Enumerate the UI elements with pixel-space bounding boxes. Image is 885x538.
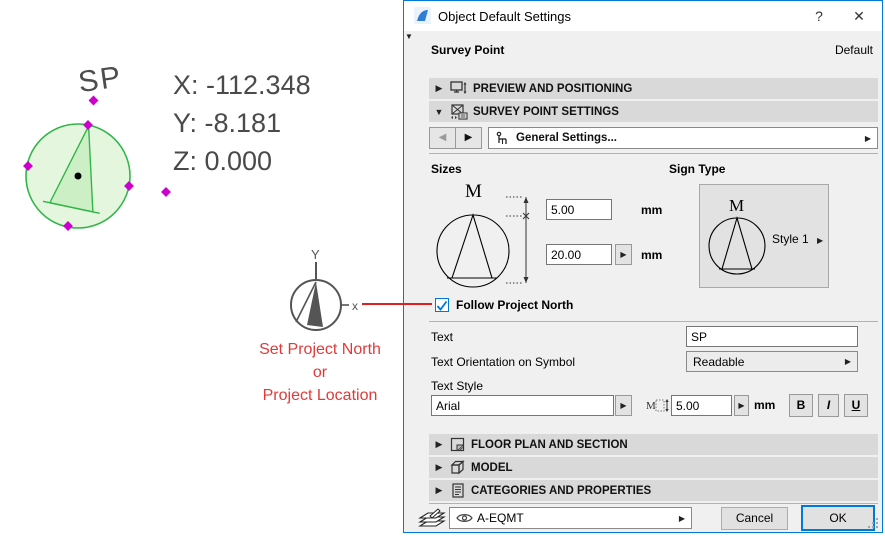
model-cube-icon [450, 460, 466, 475]
cancel-button[interactable]: Cancel [721, 507, 788, 530]
dimension-indicator [504, 189, 534, 289]
divider [429, 153, 878, 154]
divider [429, 503, 878, 504]
divider [429, 321, 878, 322]
default-label: Default [835, 43, 873, 57]
symbol-size-popup-button[interactable]: ▶ [615, 244, 632, 265]
section-label: CATEGORIES AND PROPERTIES [471, 485, 651, 497]
text-style-label: Text Style [431, 379, 483, 393]
popup-arrow-icon: ▶ [817, 236, 824, 245]
symbol-size-input[interactable] [546, 244, 612, 265]
bold-button[interactable]: B [789, 394, 813, 417]
font-size-popup-button[interactable]: ▶ [734, 395, 749, 416]
title-bar[interactable]: Object Default Settings ? ✕ [404, 1, 882, 31]
chevron-right-icon: ▶ [433, 439, 445, 450]
font-size-input[interactable] [671, 395, 732, 416]
underline-button[interactable]: U [844, 394, 868, 417]
floor-plan-icon [450, 437, 466, 452]
survey-center-dot [75, 173, 82, 180]
ok-button[interactable]: OK [801, 505, 875, 531]
survey-point-symbol: SP [10, 40, 195, 240]
project-north-symbol: Y x [275, 243, 375, 338]
text-value-input[interactable] [686, 326, 858, 347]
marker-letter: M [465, 181, 482, 202]
orientation-dropdown[interactable]: Readable ▶ [686, 351, 858, 372]
section-survey-point-settings[interactable]: ▼ SURVEY POINT SETTINGS [429, 101, 878, 122]
sign-type-preview: M Style 1 ▶ [700, 185, 828, 287]
survey-point-settings-icon [450, 104, 468, 120]
nav-forward-button[interactable]: ▶ [455, 127, 482, 149]
orientation-value: Readable [693, 355, 845, 369]
coord-y: Y: -8.181 [173, 104, 311, 142]
chevron-right-icon: ▶ [433, 83, 445, 94]
section-preview-and-positioning[interactable]: ▶ PREVIEW AND POSITIONING [429, 78, 878, 99]
text-height-input[interactable] [546, 199, 612, 220]
section-label: PREVIEW AND POSITIONING [473, 83, 632, 95]
italic-button[interactable]: I [818, 394, 839, 417]
annotation-line: Project Location [230, 384, 410, 407]
popup-arrow-icon: ▶ [865, 134, 871, 143]
north-needle [307, 282, 323, 327]
unit-label: mm [641, 203, 662, 217]
annotation-text: Set Project North or Project Location [230, 338, 410, 407]
marker-letter: M [646, 400, 656, 412]
coord-x: X: -112.348 [173, 66, 311, 104]
font-name-input[interactable] [431, 395, 614, 416]
section-model[interactable]: ▶ MODEL [429, 457, 878, 478]
collapse-arrow-icon[interactable]: ▼ [405, 32, 413, 41]
y-axis-label: Y [311, 247, 320, 262]
style-name: Style 1 [772, 232, 809, 246]
annotation-line: Set Project North [230, 338, 410, 361]
nav-back-button[interactable]: ◀ [429, 127, 456, 149]
layer-dropdown[interactable]: A-EQMT ▶ [449, 507, 692, 529]
layer-name: A-EQMT [477, 511, 679, 525]
section-label: FLOOR PLAN AND SECTION [471, 439, 628, 451]
object-default-settings-dialog: Object Default Settings ? ✕ ▼ Survey Poi… [403, 0, 883, 533]
help-button[interactable]: ? [806, 6, 832, 26]
checkmark-icon [436, 300, 448, 312]
follow-north-label: Follow Project North [456, 298, 573, 312]
section-floor-plan-and-section[interactable]: ▶ FLOOR PLAN AND SECTION [429, 434, 878, 455]
general-settings-selector[interactable]: General Settings... ▶ [488, 127, 878, 149]
layers-icon [418, 505, 448, 530]
sp-symbol-label: SP [76, 60, 124, 99]
coordinate-readout: X: -112.348 Y: -8.181 Z: 0.000 [173, 66, 311, 180]
chair-icon [495, 131, 510, 146]
sizes-label: Sizes [431, 162, 462, 176]
resize-grip[interactable] [868, 518, 879, 529]
general-settings-label: General Settings... [516, 132, 859, 144]
sign-type-label: Sign Type [669, 162, 725, 176]
properties-list-icon [450, 483, 466, 498]
unit-label: mm [641, 248, 662, 262]
chevron-down-icon: ▼ [433, 107, 445, 117]
follow-north-checkbox[interactable] [435, 298, 449, 312]
section-categories-and-properties[interactable]: ▶ CATEGORIES AND PROPERTIES [429, 480, 878, 501]
sign-type-selector[interactable]: M Style 1 ▶ [699, 184, 829, 288]
eye-icon [456, 512, 473, 524]
x-axis-label: x [352, 299, 358, 313]
app-icon [414, 7, 431, 24]
orientation-label: Text Orientation on Symbol [431, 355, 575, 369]
subject-title: Survey Point [431, 43, 504, 57]
unit-label: mm [754, 398, 775, 412]
marker-letter: M [729, 196, 744, 215]
chevron-right-icon: ▶ [433, 485, 445, 496]
chevron-right-icon: ▶ [433, 462, 445, 473]
text-height-icon: M [646, 397, 670, 415]
screenshot-stage: SP X: -112.348 Y: -8.181 Z: 0.000 Y x Se… [0, 0, 885, 538]
coord-z: Z: 0.000 [173, 142, 311, 180]
popup-arrow-icon: ▶ [845, 357, 851, 366]
annotation-line: or [230, 361, 410, 384]
section-label: SURVEY POINT SETTINGS [473, 106, 619, 118]
popup-arrow-icon: ▶ [679, 514, 685, 523]
preview-positioning-icon [450, 81, 468, 96]
window-title: Object Default Settings [438, 9, 571, 24]
section-label: MODEL [471, 462, 513, 474]
text-label: Text [431, 330, 453, 344]
font-popup-button[interactable]: ▶ [615, 395, 632, 416]
close-button[interactable]: ✕ [846, 6, 872, 26]
